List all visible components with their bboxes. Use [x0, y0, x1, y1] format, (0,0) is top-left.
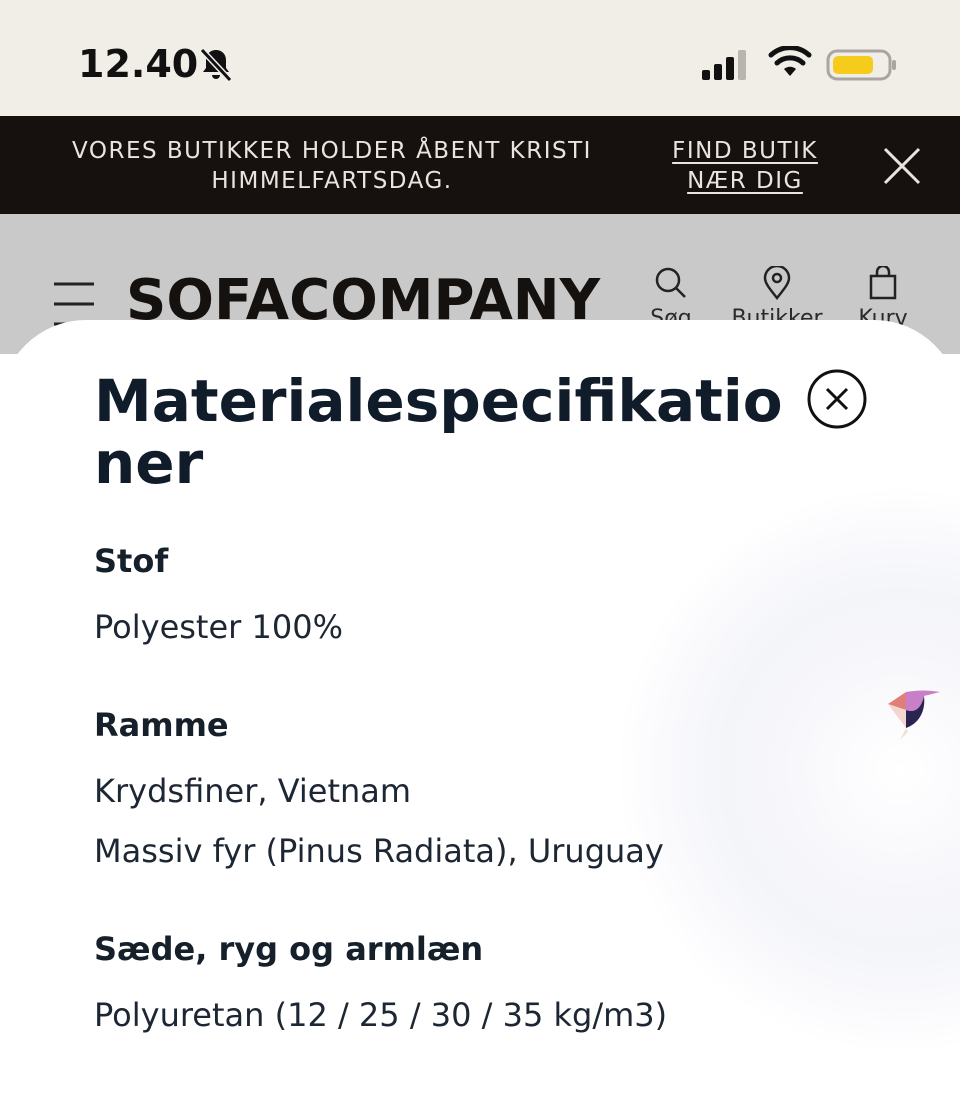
banner-message: VORES BUTIKKER HOLDER ÅBENT KRISTI HIMME… [72, 138, 592, 194]
spec-heading-fabric: Stof [94, 542, 169, 580]
status-time: 12.40 [78, 42, 199, 86]
close-icon[interactable] [880, 144, 924, 188]
spec-value-frame-1: Krydsfiner, Vietnam [94, 772, 412, 810]
chat-widget-glow [620, 490, 960, 1050]
battery-icon [826, 49, 896, 81]
spec-value-seat: Polyuretan (12 / 25 / 30 / 35 kg/m3) [94, 996, 668, 1034]
status-bar: 12.40 [0, 0, 960, 116]
shopping-bag-icon [869, 266, 897, 300]
find-store-link[interactable]: FIND BUTIK NÆR DIG [660, 136, 830, 196]
bell-muted-icon [199, 47, 233, 83]
spec-heading-seat: Sæde, ryg og armlæn [94, 930, 484, 968]
close-sheet-icon[interactable] [806, 368, 868, 430]
sheet-title: Materialespecifikationer [94, 367, 783, 497]
material-specifications-sheet: Materialespecifikationer Stof Polyester … [0, 320, 960, 1095]
wifi-icon [768, 46, 812, 76]
search-icon [655, 267, 686, 298]
location-pin-icon [763, 266, 791, 300]
cellular-signal-icon [702, 50, 746, 80]
spec-heading-frame: Ramme [94, 706, 229, 744]
spec-value-fabric: Polyester 100% [94, 608, 343, 646]
announcement-banner: VORES BUTIKKER HOLDER ÅBENT KRISTI HIMME… [0, 116, 960, 214]
bird-chat-icon[interactable] [884, 686, 944, 746]
spec-value-frame-2: Massiv fyr (Pinus Radiata), Uruguay [94, 832, 664, 870]
